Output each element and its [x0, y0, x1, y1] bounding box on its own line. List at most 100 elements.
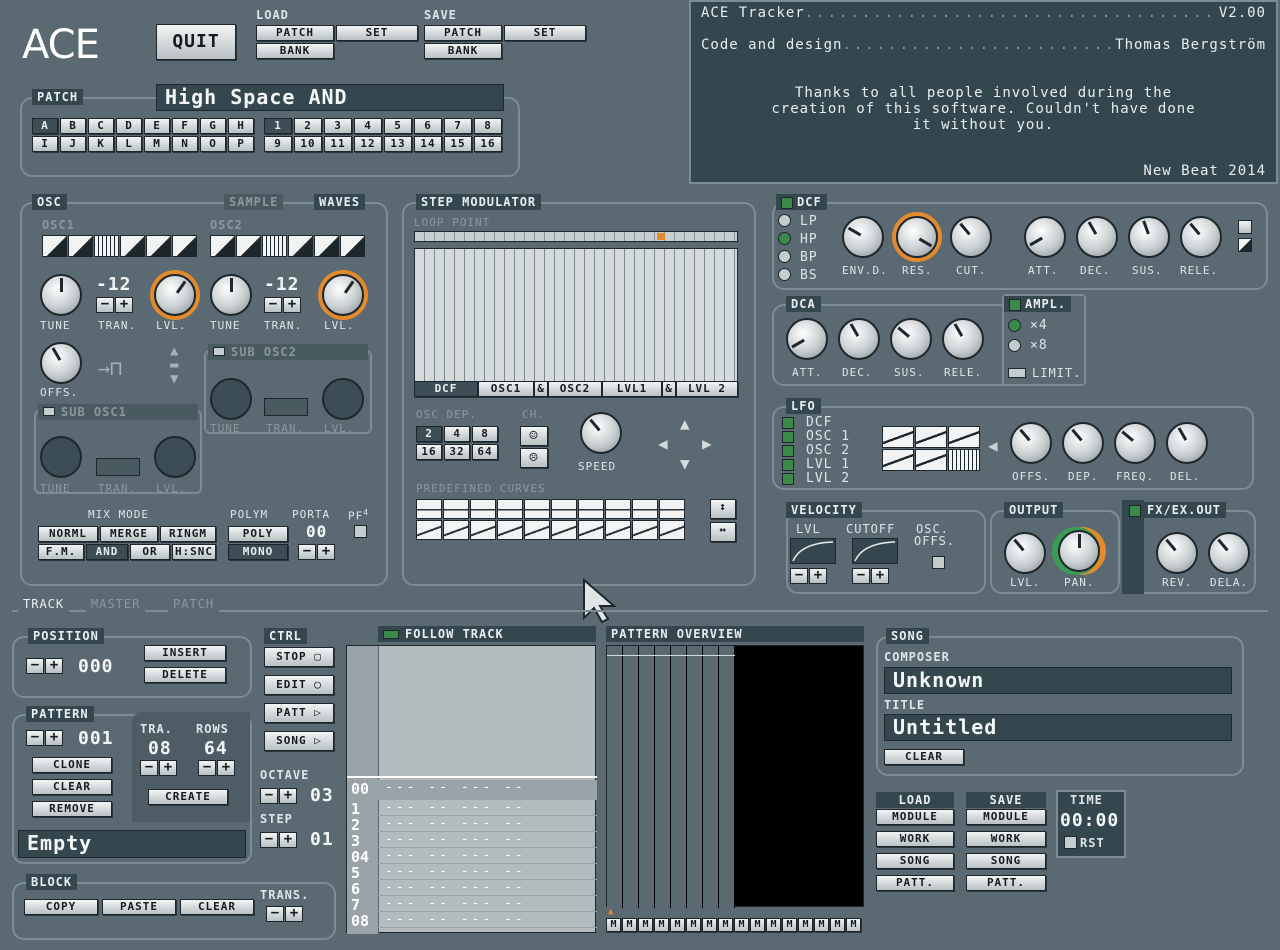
track-row[interactable]: 2 --- -- --- --	[347, 816, 597, 834]
curve-preset-9-icon[interactable]	[632, 499, 658, 519]
dep-2-button[interactable]: 2	[416, 426, 442, 442]
dep-4-button[interactable]: 4	[444, 426, 470, 442]
patch-number-11-button[interactable]: 11	[324, 136, 352, 152]
save-patch-button[interactable]: PATCH	[424, 25, 502, 41]
osc1-triangle-wave-icon[interactable]	[146, 235, 171, 257]
osc1-pulse-wave-icon[interactable]	[120, 235, 145, 257]
osc2-saw-up-wave-icon[interactable]	[210, 235, 235, 257]
osc2-lvl-knob[interactable]	[322, 274, 364, 316]
mute-track-15-button[interactable]: M	[830, 918, 845, 932]
patch-number-1-button[interactable]: 1	[264, 118, 292, 134]
follow-track-led[interactable]	[383, 630, 399, 639]
dcf-att-knob[interactable]	[1024, 216, 1066, 258]
dca-rele-knob[interactable]	[942, 318, 984, 360]
load-song-button[interactable]: SONG	[876, 853, 954, 869]
clone-button[interactable]: CLONE	[32, 757, 112, 773]
dca-sus-knob[interactable]	[890, 318, 932, 360]
osc-offset-knob[interactable]	[40, 342, 82, 384]
patch-letter-b-button[interactable]: B	[60, 118, 86, 134]
block-clear-button[interactable]: CLEAR	[180, 899, 254, 915]
edit-button[interactable]: EDIT ◯	[264, 675, 334, 695]
patch-letter-j-button[interactable]: J	[60, 136, 86, 152]
output-lvl-knob[interactable]	[1004, 532, 1046, 574]
fx-rev-knob[interactable]	[1156, 532, 1198, 574]
lfo-offs-knob[interactable]	[1010, 422, 1052, 464]
mix-and-button[interactable]: AND	[86, 544, 128, 560]
save-bank-button[interactable]: BANK	[424, 43, 502, 59]
patch-letter-o-button[interactable]: O	[200, 136, 226, 152]
load-work-button[interactable]: WORK	[876, 831, 954, 847]
patch-letter-h-button[interactable]: H	[228, 118, 254, 134]
remove-button[interactable]: REMOVE	[32, 801, 112, 817]
curve-preset-4-icon[interactable]	[497, 499, 523, 519]
patch-letter-d-button[interactable]: D	[116, 118, 142, 134]
osc1-tran-stepper[interactable]: − +	[96, 297, 133, 313]
track-row[interactable]: 7 --- -- --- --	[347, 896, 597, 914]
patch-letter-c-button[interactable]: C	[88, 118, 114, 134]
osc2-tune-knob[interactable]	[210, 274, 252, 316]
lfo-target-4-led[interactable]	[782, 459, 794, 471]
curve-preset-18-icon[interactable]	[605, 520, 631, 540]
curve-preset-20-icon[interactable]	[659, 520, 685, 540]
mute-track-12-button[interactable]: M	[782, 918, 797, 932]
step-target-lvl1[interactable]: LVL1	[602, 381, 662, 397]
pattern-clear-button[interactable]: CLEAR	[32, 779, 112, 795]
curve-vertical-flip-icon[interactable]: ↕	[710, 499, 736, 519]
lfo-target-2-led[interactable]	[782, 431, 794, 443]
sub-osc1-lvl-knob[interactable]	[154, 436, 196, 478]
patch-number-3-button[interactable]: 3	[324, 118, 352, 134]
dcf-envd-knob[interactable]	[842, 216, 884, 258]
patch-number-4-button[interactable]: 4	[354, 118, 382, 134]
velocity-lvl-stepper[interactable]: − +	[790, 568, 827, 584]
patch-letter-k-button[interactable]: K	[88, 136, 114, 152]
quit-button[interactable]: QUIT	[156, 24, 236, 60]
patch-number-8-button[interactable]: 8	[474, 118, 502, 134]
mute-track-11-button[interactable]: M	[766, 918, 781, 932]
paste-button[interactable]: PASTE	[102, 899, 176, 915]
shift-arrows-icon[interactable]: ▲ ▼ ◀ ▶	[658, 414, 718, 474]
curve-preset-15-icon[interactable]	[524, 520, 550, 540]
dcf-dec-knob[interactable]	[1076, 216, 1118, 258]
patch-number-7-button[interactable]: 7	[444, 118, 472, 134]
mute-track-10-button[interactable]: M	[750, 918, 765, 932]
mix-ringm-button[interactable]: RINGM	[160, 526, 216, 542]
load-patch-button[interactable]: PATCH	[256, 25, 334, 41]
ampl-x8-radio[interactable]	[1008, 339, 1021, 352]
sub-osc1-tune-knob[interactable]	[40, 436, 82, 478]
sub-osc1-tran-box[interactable]	[96, 458, 140, 476]
curve-preset-19-icon[interactable]	[632, 520, 658, 540]
patch-number-13-button[interactable]: 13	[384, 136, 412, 152]
dcf-cut-knob[interactable]	[950, 216, 992, 258]
lfo-triangle-wave-icon[interactable]	[882, 426, 914, 448]
patch-letter-e-button[interactable]: E	[144, 118, 170, 134]
create-button[interactable]: CREATE	[148, 789, 228, 805]
pf-checkbox[interactable]	[354, 525, 367, 538]
composer-field[interactable]: Unknown	[884, 667, 1232, 694]
ch-sad-icon[interactable]: ☹	[520, 448, 548, 468]
step-target-osc1[interactable]: OSC1	[478, 381, 534, 397]
tab-master[interactable]: MASTER	[86, 596, 146, 612]
mix-merge-button[interactable]: MERGE	[100, 526, 158, 542]
curve-preset-14-icon[interactable]	[497, 520, 523, 540]
time-reset-checkbox[interactable]	[1064, 836, 1077, 849]
tab-sample[interactable]: SAMPLE	[224, 194, 284, 210]
patch-number-6-button[interactable]: 6	[414, 118, 442, 134]
osc2-pulse-wave-icon[interactable]	[288, 235, 313, 257]
tab-patch[interactable]: PATCH	[168, 596, 220, 612]
dcf-bs-radio[interactable]	[778, 268, 791, 281]
dep-64-button[interactable]: 64	[472, 444, 498, 460]
mute-track-6-button[interactable]: M	[686, 918, 701, 932]
curve-preset-6-icon[interactable]	[551, 499, 577, 519]
tra-stepper[interactable]: − +	[140, 760, 177, 776]
ampl-enable-led[interactable]	[1009, 298, 1021, 311]
song-clear-button[interactable]: CLEAR	[884, 749, 964, 765]
pattern-overview-grid[interactable]	[606, 645, 864, 908]
lfo-square-wave-icon[interactable]	[948, 426, 980, 448]
load-patt-button[interactable]: PATT.	[876, 875, 954, 891]
dcf-env-shape-2-icon[interactable]	[1238, 238, 1252, 252]
save-module-button[interactable]: MODULE	[966, 809, 1046, 825]
sub-osc2-lvl-knob[interactable]	[322, 378, 364, 420]
curve-preset-7-icon[interactable]	[578, 499, 604, 519]
mute-track-9-button[interactable]: M	[734, 918, 749, 932]
patch-number-12-button[interactable]: 12	[354, 136, 382, 152]
